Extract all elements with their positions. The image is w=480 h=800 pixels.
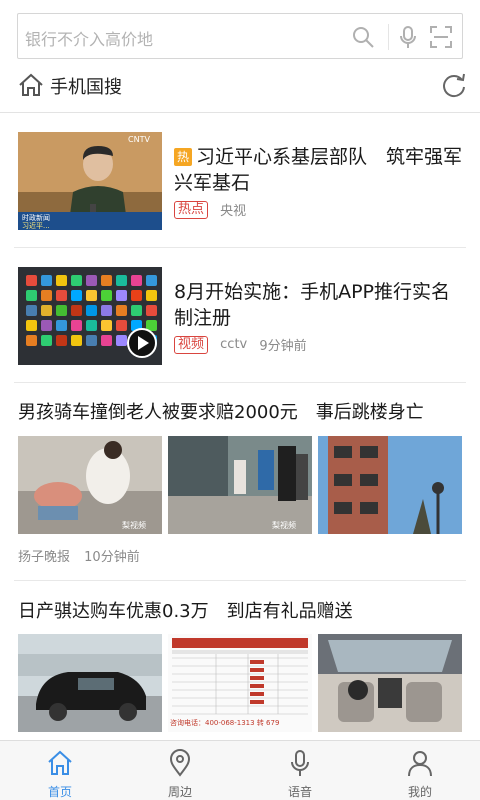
header-divider [0, 112, 480, 113]
news-source: 扬子晚报 [18, 550, 71, 565]
news-thumbnail: 咨询电话：400-068-1313 转 679 [168, 634, 312, 732]
nav-nearby[interactable]: 周边 [120, 741, 240, 800]
news-thumbnail [318, 634, 462, 732]
refresh-icon[interactable] [440, 72, 468, 98]
nav-mine[interactable]: 我的 [360, 741, 480, 800]
page-title: 手机国搜 [50, 77, 122, 98]
svg-text:梨视频: 梨视频 [272, 520, 296, 530]
news-meta: 扬子晚报 10分钟前 [18, 546, 140, 565]
news-title-text: 8月开始实施：手机APP推行实名制注册 [174, 281, 451, 329]
news-thumbnail: 梨视频 [18, 436, 162, 534]
search-divider [388, 24, 389, 50]
search-icon[interactable] [351, 25, 375, 49]
news-meta: 热点 央视 [174, 200, 246, 220]
microphone-icon[interactable] [396, 25, 420, 49]
news-thumbnail: 梨视频 [168, 436, 312, 534]
home-icon [48, 750, 72, 775]
row-divider [14, 247, 466, 248]
news-thumbnail [18, 267, 162, 365]
news-title-text: 习近平心系基层部队 筑牢强军兴军基石 [174, 146, 463, 194]
news-item[interactable]: 时政新闻 习近平... CNTV 热习近平心系基层部队 筑牢强军兴军基石 热点 … [18, 132, 466, 232]
news-meta: 视频 cctv 9分钟前 [174, 335, 307, 355]
page-header: 手机国搜 [18, 70, 468, 100]
nav-label: 语音 [287, 785, 312, 799]
news-time: 9分钟前 [259, 339, 307, 354]
bottom-nav: 首页 周边 语音 我的 [0, 740, 480, 800]
news-thumbnail [18, 634, 162, 732]
thumb-logo: CNTV [128, 135, 150, 144]
tag-badge: 热点 [174, 200, 209, 219]
news-thumbnail: 时政新闻 习近平... CNTV [18, 132, 162, 230]
news-title[interactable]: 热习近平心系基层部队 筑牢强军兴军基石 [174, 144, 466, 196]
tag-badge: 视频 [174, 335, 209, 354]
ad-phone: 咨询电话：400-068-1313 转 679 [170, 719, 280, 727]
row-divider [14, 580, 466, 581]
news-title[interactable]: 日产骐达购车优惠0.3万 到店有礼品赠送 [18, 597, 468, 623]
nav-voice[interactable]: 语音 [240, 741, 360, 800]
row-divider [14, 382, 466, 383]
location-pin-icon [169, 749, 191, 777]
nav-label: 首页 [47, 785, 72, 799]
svg-text:梨视频: 梨视频 [122, 520, 146, 530]
thumb-caption-2: 习近平... [22, 221, 50, 230]
microphone-icon [291, 750, 309, 776]
qr-scan-icon[interactable] [429, 25, 453, 49]
nav-label: 我的 [407, 785, 432, 799]
news-thumbnail [318, 436, 462, 534]
nav-home[interactable]: 首页 [0, 741, 120, 800]
news-title[interactable]: 8月开始实施：手机APP推行实名制注册 [174, 279, 466, 331]
home-icon[interactable] [18, 72, 44, 98]
user-icon [408, 751, 432, 777]
news-item[interactable]: 8月开始实施：手机APP推行实名制注册 视频 cctv 9分钟前 [18, 267, 466, 367]
news-title[interactable]: 男孩骑车撞倒老人被要求赔2000元 事后跳楼身亡 [18, 398, 468, 424]
search-bar[interactable]: 银行不介入高价地 [17, 13, 463, 59]
news-source: 央视 [220, 204, 247, 219]
nav-label: 周边 [167, 785, 192, 799]
news-source: cctv [220, 337, 248, 352]
search-input[interactable]: 银行不介入高价地 [25, 26, 153, 50]
thumb-caption: 时政新闻 [22, 213, 50, 222]
news-time: 10分钟前 [84, 550, 140, 565]
hot-badge: 热 [174, 148, 192, 166]
